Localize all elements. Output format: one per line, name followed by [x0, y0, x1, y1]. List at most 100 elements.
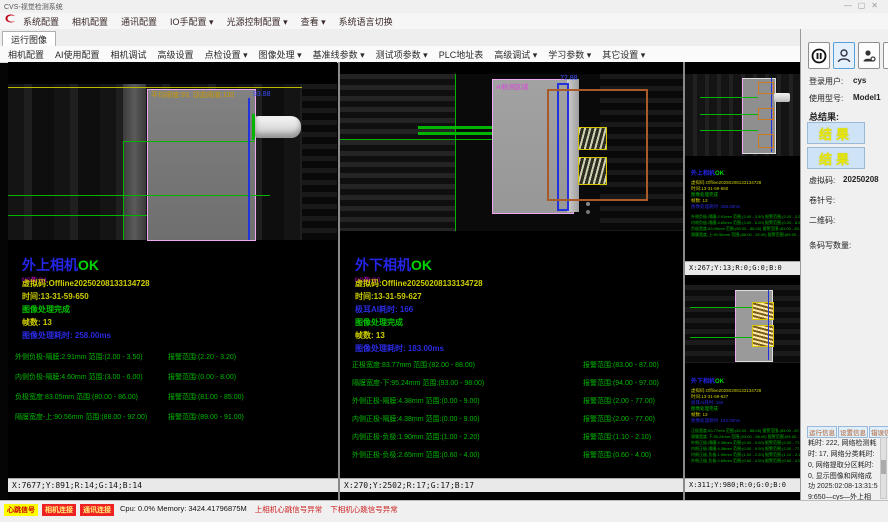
right-sidebar: 登录用户: cys 使用型号: Model1 总结果: 结果 结果 虚拟码: 2…	[800, 29, 888, 500]
alarm-range: 报警范围:(2.00 - 77.00)	[583, 396, 655, 406]
measure-row: 隔膜宽度-上:90.56mm 范围:(88.00 - 92.00)	[15, 412, 147, 422]
tool-learning-params[interactable]: 学习参数 ▾	[548, 48, 591, 61]
measure-row: 外侧负极-隔膜:2.91mm 范围:(2.00 - 3.50)	[15, 352, 143, 362]
mini-glow-tab	[752, 302, 774, 320]
login-user-label: 登录用户:	[809, 76, 843, 87]
measure-row: 内侧负极-隔膜:4.60mm 范围:(3.00 - 6.00)	[15, 372, 143, 382]
mini-tab-box	[758, 108, 774, 120]
blue-edge-line	[248, 98, 250, 240]
user-manage-button[interactable]	[858, 42, 880, 69]
sidebar-vcode-label: 虚拟码:	[809, 175, 835, 186]
tool-advanced-settings[interactable]: 高级设置	[158, 48, 194, 61]
green-measure-line	[123, 141, 255, 142]
mini-measure-row: 内侧正极-负极:1.90mm 范围:(1.00 - 2.20)	[691, 452, 764, 457]
log-scrollbar[interactable]	[880, 437, 887, 499]
menu-light-config[interactable]: 光源控制配置 ▾	[227, 15, 288, 28]
tool-ai-use-config[interactable]: AI使用配置	[55, 48, 100, 61]
barcode-count-label: 条码写数量:	[809, 240, 851, 251]
viewport-upper-camera[interactable]: 平均阈值:93, 动态阈值:100 93.88 外上相机OK NG数:0|1 虚…	[8, 62, 337, 500]
upper-virtual-code: 虚拟码:Offline20250208133134728	[22, 278, 150, 289]
lower-time: 时间:13-31-59-627	[355, 291, 422, 302]
maximize-icon[interactable]: ▢	[858, 1, 872, 10]
result-box-lower: 结果	[807, 147, 865, 169]
green-measure-line	[8, 195, 270, 196]
mini-panel-upper[interactable]: 外上相机OK 虚拟码:Offline20250208133134728 时间:1…	[685, 62, 800, 274]
green-guide-vline	[455, 74, 456, 231]
exit-button[interactable]	[883, 42, 888, 69]
model-value: Model1	[853, 93, 881, 102]
tab-run-image[interactable]: 运行图像	[2, 31, 56, 47]
tool-test-params[interactable]: 测试项参数 ▾	[376, 48, 428, 61]
lower-camera-image[interactable]: AI检测区域 72.88	[340, 74, 683, 231]
tool-plc-address[interactable]: PLC地址表	[439, 48, 484, 61]
bottom-status-bar: 心跳信号 相机连接 通讯连接 Cpu: 0.0% Memory: 3424.41…	[0, 500, 888, 522]
pause-button[interactable]	[808, 42, 830, 69]
menu-comm-config[interactable]: 通讯配置	[121, 15, 157, 28]
mini-connector-tab	[774, 93, 790, 102]
mini-measure-row: 外侧负极-隔膜:2.91mm 范围:(2.00 - 3.50)	[691, 214, 764, 219]
heartbeat-badge: 心跳信号	[4, 504, 38, 516]
blue-edge-value: 93.88	[253, 91, 271, 98]
lower-elapsed-time: 图像处理耗时: 183.00ms	[355, 343, 444, 354]
menu-view[interactable]: 查看 ▾	[301, 15, 326, 28]
mini-measure-row: 正极宽度:83.77mm 范围:(82.00 - 88.00)	[691, 428, 761, 433]
measure-row: 内侧正极-隔膜:4.38mm 范围:(0.00 - 9.00)	[352, 414, 480, 424]
menu-camera-config[interactable]: 相机配置	[72, 15, 108, 28]
mini-lower-result: OK	[715, 379, 724, 385]
window-controls: —▢✕	[844, 1, 884, 10]
log-scrollbar-thumb[interactable]	[881, 460, 886, 474]
result-box-upper: 结果	[807, 122, 865, 144]
upper-done-text: 图像处理完成	[22, 304, 70, 315]
mini-measure-row: 负极宽度:83.05mm 范围:(80.00 - 86.00)	[691, 226, 761, 231]
tool-image-processing[interactable]: 图像处理 ▾	[259, 48, 302, 61]
mini-lower-text: 外下相机OK 虚拟码:Offline20250208133134728 时间:1…	[691, 370, 811, 464]
measure-row: 外侧正极-负极:2.65mm 范围:(0.60 - 4.00)	[352, 450, 480, 460]
upper-elapsed-time: 图像处理耗时: 258.00ms	[22, 330, 111, 341]
upper-time: 时间:13-31-59-650	[22, 291, 89, 302]
tool-camera-config[interactable]: 相机配置	[8, 48, 44, 61]
close-icon[interactable]: ✕	[871, 1, 884, 10]
model-label: 使用型号:	[809, 93, 843, 104]
mini-green-line	[690, 307, 752, 308]
mini-alarm-range: 报警范围:(0.60 - 4.00)	[765, 458, 804, 463]
mini-lower-pixel-status: X:311;Y:980;R:0;G:0;B:0	[685, 478, 804, 492]
tool-other-settings[interactable]: 其它设置 ▾	[602, 48, 645, 61]
menu-language-switch[interactable]: 系统语言切换	[339, 15, 393, 28]
user-login-button[interactable]	[833, 42, 855, 69]
mini-upper-image[interactable]	[685, 74, 800, 156]
minimize-icon[interactable]: —	[844, 1, 858, 10]
mini-lower-image[interactable]	[685, 285, 800, 363]
upper-camera-image[interactable]: 平均阈值:93, 动态阈值:100 93.88	[8, 84, 337, 240]
tool-camera-debug[interactable]: 相机调试	[111, 48, 147, 61]
mini-measure-row: 外侧正极-隔膜:4.38mm 范围:(0.00 - 9.00)	[691, 440, 764, 445]
mini-panel-lower[interactable]: 外下相机OK 虚拟码:Offline20250208133134728 时间:1…	[685, 278, 800, 500]
machine-band	[123, 84, 146, 240]
alarm-range: 报警范围:(89.00 - 91.00)	[168, 412, 244, 422]
sidebar-buttons	[808, 42, 888, 69]
measure-row: 外侧正极-隔膜:4.38mm 范围:(0.00 - 9.00)	[352, 396, 480, 406]
mini-glow-tab	[752, 325, 774, 347]
tool-spot-check[interactable]: 点检设置 ▾	[205, 48, 248, 61]
viewport-lower-camera[interactable]: AI检测区域 72.88 外下相机OK NG数:0|0 虚拟码:Offline2…	[340, 62, 683, 500]
alarm-range: 报警范围:(81.00 - 85.00)	[168, 392, 244, 402]
needle-number-label: 卷针号:	[809, 195, 835, 206]
menu-io-config[interactable]: IO手配置 ▾	[170, 15, 214, 28]
upper-camera-result: OK	[78, 257, 99, 273]
mini-measure-row: 隔膜宽度-下:95.24mm 范围:(93.00 - 98.00)	[691, 434, 767, 439]
app-logo-icon	[3, 12, 17, 30]
toolbar: 相机配置 AI使用配置 相机调试 高级设置 点检设置 ▾ 图像处理 ▾ 基准线参…	[0, 46, 808, 63]
tab-setting-info[interactable]: 设置信息	[838, 426, 868, 438]
machine-dot	[586, 202, 590, 206]
tool-advanced-debug[interactable]: 高级调试 ▾	[494, 48, 537, 61]
window-title: CVS-视觉检测系统	[4, 2, 63, 12]
lower-camera-title: 外下相机	[355, 257, 411, 273]
lower-done-text: 图像处理完成	[355, 317, 403, 328]
tab-run-info[interactable]: 运行信息	[807, 426, 837, 438]
green-measure-line	[8, 215, 147, 216]
alarm-range: 报警范围:(1.10 - 2.10)	[583, 432, 651, 442]
mini-upper-title: 外上相机	[691, 171, 715, 177]
tool-baseline-params[interactable]: 基准线参数 ▾	[313, 48, 365, 61]
blue-edge-value: 72.88	[560, 75, 578, 82]
machine-dot	[586, 210, 590, 214]
menu-system-config[interactable]: 系统配置	[23, 15, 59, 28]
